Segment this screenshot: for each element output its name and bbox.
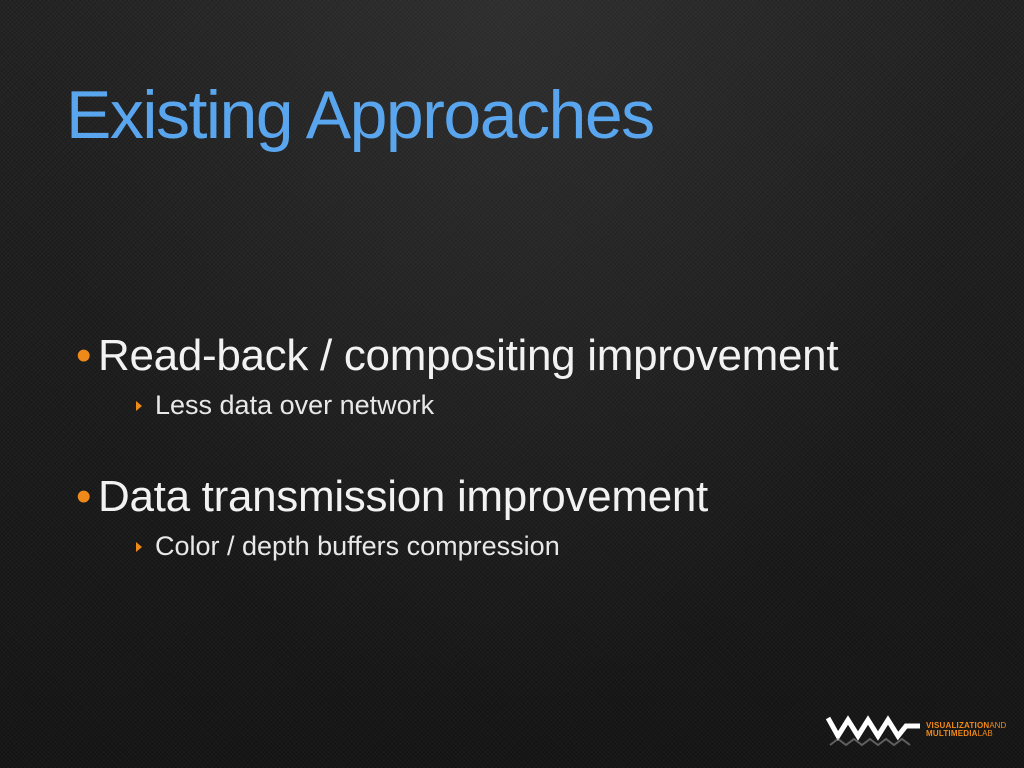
bullet-item: • Data transmission improvement Color / … [76, 471, 838, 562]
sub-bullet-item: Color / depth buffers compression [136, 530, 838, 562]
logo-word-multimedia: MULTIMEDIA [926, 729, 978, 738]
bullet-dot-icon: • [76, 472, 92, 522]
vmlab-logo-icon [826, 715, 920, 746]
triangle-right-icon [136, 542, 142, 553]
bullet-dot-icon: • [76, 331, 92, 380]
lab-logo: VISUALIZATIONAND MULTIMEDIALAB [826, 714, 1006, 746]
bullet-text: Read-back / compositing improvement [98, 331, 839, 380]
bullet-item: • Read-back / compositing improvement Le… [76, 330, 839, 421]
sub-bullet-item: Less data over network [136, 389, 838, 421]
sub-bullet-text: Color / depth buffers compression [155, 530, 560, 561]
bullet-text: Data transmission improvement [98, 472, 708, 522]
bullet-list: • Read-back / compositing improvement Le… [76, 330, 839, 612]
logo-wordmark: VISUALIZATIONAND MULTIMEDIALAB [926, 722, 1006, 738]
triangle-right-icon [136, 400, 142, 411]
sub-bullet-text: Less data over network [155, 389, 435, 420]
logo-word-lab: LAB [977, 729, 993, 738]
slide: Existing Approaches • Read-back / compos… [0, 0, 1024, 768]
slide-title: Existing Approaches [66, 77, 655, 153]
